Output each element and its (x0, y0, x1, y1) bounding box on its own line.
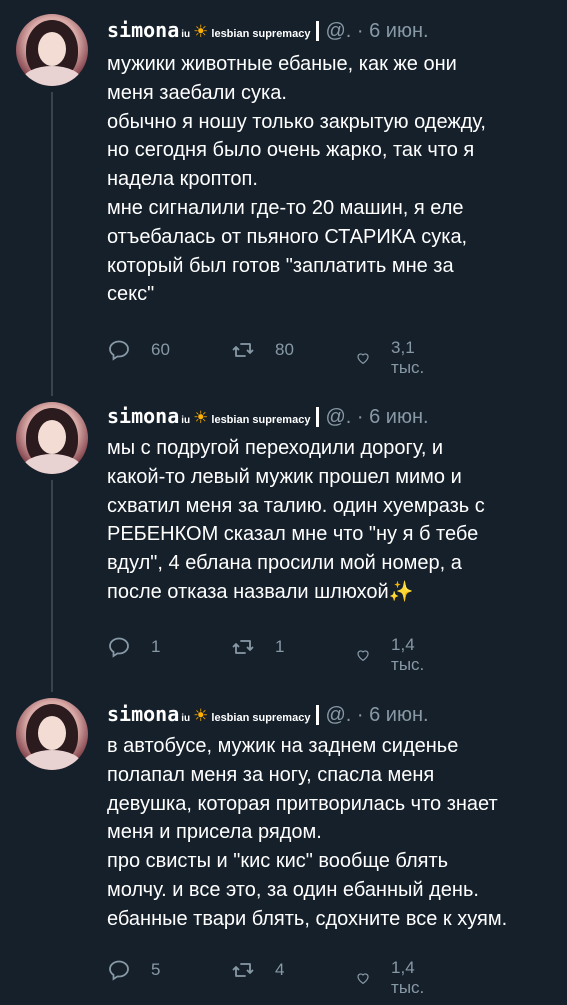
tweet-header: simona iu ☀ lesbian supremacy @. · 6 июн… (107, 702, 429, 728)
like-icon (357, 650, 369, 661)
avatar[interactable] (16, 402, 88, 474)
tweet-text: мы с подругой переходили дорогу, и какой… (107, 437, 485, 603)
retweet-button[interactable]: 4 (231, 958, 284, 982)
sun-icon: ☀ (193, 408, 209, 427)
retweet-count: 1 (275, 637, 285, 656)
display-name[interactable]: simona (107, 404, 179, 428)
tweet[interactable]: simona iu ☀ lesbian supremacy @. · 6 июн… (0, 390, 567, 690)
reply-icon (109, 960, 129, 981)
retweet-icon (232, 963, 254, 977)
retweet-button[interactable]: 80 (231, 338, 294, 362)
tweet[interactable]: simona iu ☀ lesbian supremacy @. · 6 июн… (0, 690, 567, 1005)
display-name[interactable]: simona (107, 702, 179, 726)
handle-date[interactable]: @. · 6 июн. (325, 20, 428, 43)
reply-button[interactable]: 5 (107, 958, 160, 982)
divider (316, 407, 320, 427)
reply-count: 1 (151, 637, 161, 656)
avatar[interactable] (16, 14, 88, 86)
like-count: 1,4 тыс. (391, 635, 425, 674)
retweet-icon (232, 343, 254, 357)
like-button[interactable]: 1,4 тыс. (355, 958, 432, 998)
reply-button[interactable]: 60 (107, 338, 170, 362)
reply-icon (109, 637, 129, 658)
like-count: 3,1 тыс. (391, 338, 425, 377)
like-icon (357, 353, 369, 364)
tweet-header: simona iu ☀ lesbian supremacy @. · 6 июн… (107, 404, 429, 430)
name-flair: lesbian supremacy (211, 414, 311, 426)
like-button[interactable]: 1,4 тыс. (355, 635, 432, 675)
name-flair: lesbian supremacy (211, 28, 311, 40)
retweet-count: 4 (275, 960, 285, 979)
divider (316, 21, 320, 41)
handle-date[interactable]: @. · 6 июн. (325, 704, 428, 727)
display-name[interactable]: simona (107, 18, 179, 42)
reply-button[interactable]: 1 (107, 635, 160, 659)
retweet-count: 80 (275, 340, 294, 359)
tweet-text: в автобусе, мужик на заднем сиденье пола… (107, 735, 508, 930)
name-superscript: iu (181, 713, 191, 724)
reply-count: 5 (151, 960, 161, 979)
retweet-icon (232, 640, 254, 654)
tweet-text: мужики животные ебаные, как же они меня … (107, 53, 486, 306)
retweet-button[interactable]: 1 (231, 635, 284, 659)
name-superscript: iu (181, 415, 191, 426)
tweet[interactable]: simona iu ☀ lesbian supremacy @. · 6 июн… (0, 0, 567, 390)
name-flair: lesbian supremacy (211, 712, 311, 724)
tweet-header: simona iu ☀ lesbian supremacy @. · 6 июн… (107, 18, 429, 44)
like-button[interactable]: 3,1 тыс. (355, 338, 432, 378)
reply-count: 60 (151, 340, 170, 359)
handle-date[interactable]: @. · 6 июн. (325, 406, 428, 429)
name-superscript: iu (181, 29, 191, 40)
like-icon (357, 973, 369, 984)
like-count: 1,4 тыс. (391, 958, 425, 997)
divider (316, 705, 320, 725)
reply-icon (109, 340, 129, 361)
sun-icon: ☀ (193, 22, 209, 41)
avatar[interactable] (16, 698, 88, 770)
sun-icon: ☀ (193, 706, 209, 725)
